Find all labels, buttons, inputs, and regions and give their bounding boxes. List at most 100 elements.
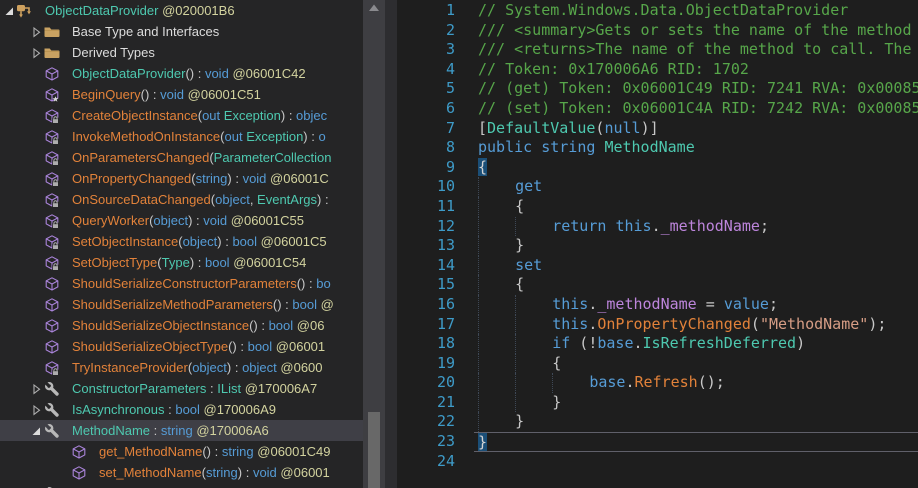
tree-item[interactable]: OnParametersChanged(ParameterCollection — [0, 147, 363, 168]
tree-item[interactable]: get_MethodName() : string @06001C49 — [0, 441, 363, 462]
tree-item-label: ShouldSerializeConstructorParameters() :… — [72, 276, 331, 291]
line-number: 20 — [405, 373, 455, 393]
tree-item[interactable]: TryInstanceProvider(object) : object @06… — [0, 357, 363, 378]
tree-scrollbar[interactable] — [363, 0, 385, 488]
code-line-text: this.OnPropertyChanged("MethodName"); — [478, 315, 918, 335]
code-line[interactable]: 10get — [397, 177, 918, 197]
code-line-text: public string MethodName — [478, 138, 918, 158]
code-line[interactable]: 3/// <returns>The name of the method to … — [397, 40, 918, 60]
tree-item[interactable]: OnSourceDataChanged(object, EventArgs) : — [0, 189, 363, 210]
tree-item-label: BeginQuery() : void @06001C51 — [72, 87, 261, 102]
code-line[interactable]: 4// Token: 0x170006A6 RID: 1702 — [397, 60, 918, 80]
code-editor[interactable]: 1// System.Windows.Data.ObjectDataProvid… — [397, 0, 918, 488]
class-icon — [16, 3, 34, 19]
code-line-text: [DefaultValue(null)] — [478, 119, 918, 139]
line-number: 18 — [405, 334, 455, 354]
code-line[interactable]: 19{ — [397, 354, 918, 374]
tree-item[interactable]: ShouldSerializeConstructorParameters() :… — [0, 273, 363, 294]
code-line[interactable]: 6// (set) Token: 0x06001C4A RID: 7242 RV… — [397, 99, 918, 119]
expander-spacer — [29, 171, 43, 187]
code-line[interactable]: 12return this._methodName; — [397, 217, 918, 237]
indent-guide — [478, 256, 515, 276]
code-line[interactable]: 9{ — [397, 158, 918, 178]
code-line[interactable]: 21} — [397, 393, 918, 413]
code-line[interactable]: 2/// <summary>Gets or sets the name of t… — [397, 21, 918, 41]
code-line[interactable]: 5// (get) Token: 0x06001C49 RID: 7241 RV… — [397, 79, 918, 99]
method-lock-icon — [43, 192, 61, 208]
code-line[interactable]: 1// System.Windows.Data.ObjectDataProvid… — [397, 1, 918, 21]
method-icon — [70, 444, 88, 460]
expander-expanded-icon[interactable] — [2, 3, 16, 19]
tree-item-label: TryInstanceProvider(object) : object @06… — [72, 360, 323, 375]
code-line[interactable]: 24 — [397, 452, 918, 472]
code-line-text: } — [478, 393, 918, 413]
tree-item[interactable]: CreateObjectInstance(out Exception) : ob… — [0, 105, 363, 126]
code-line[interactable]: 18if (!base.IsRefreshDeferred) — [397, 334, 918, 354]
tree-item[interactable]: OnPropertyChanged(string) : void @06001C — [0, 168, 363, 189]
code-line[interactable]: 11{ — [397, 197, 918, 217]
expander-spacer — [56, 444, 70, 460]
tree-item-label: Base Type and Interfaces — [72, 24, 219, 39]
expander-collapsed-icon[interactable] — [29, 45, 43, 61]
tree-item-label: IsAsynchronous : bool @170006A9 — [72, 402, 276, 417]
tree-item-label: ObjectDataProvider() : void @06001C42 — [72, 66, 306, 81]
tree-item[interactable]: IsAsynchronous : bool @170006A9 — [0, 399, 363, 420]
code-line[interactable]: 8 public string MethodName — [397, 138, 918, 158]
tree-item[interactable]: ShouldSerializeMethodParameters() : bool… — [0, 294, 363, 315]
code-line[interactable]: 20base.Refresh(); — [397, 373, 918, 393]
code-line[interactable]: 15{ — [397, 275, 918, 295]
code-line-text: { — [478, 197, 918, 217]
expander-collapsed-icon[interactable] — [29, 402, 43, 418]
tree-item[interactable]: MethodName : string @170006A6 — [0, 420, 363, 441]
tree-item[interactable] — [0, 483, 363, 488]
tree-item[interactable]: SetObjectInstance(object) : bool @06001C… — [0, 231, 363, 252]
code-line[interactable]: 17this.OnPropertyChanged("MethodName"); — [397, 315, 918, 335]
decompiler-window: ObjectDataProvider @020001B6 Base Type an… — [0, 0, 918, 488]
code-line-current[interactable]: 23} — [397, 432, 918, 452]
code-line[interactable]: 16this._methodName = value; — [397, 295, 918, 315]
code-line[interactable]: 7 [DefaultValue(null)] — [397, 119, 918, 139]
tree-item[interactable]: SetObjectType(Type) : bool @06001C54 — [0, 252, 363, 273]
tree-item[interactable]: QueryWorker(object) : void @06001C55 — [0, 210, 363, 231]
code-line[interactable]: 22} — [397, 412, 918, 432]
tree-item-label: OnPropertyChanged(string) : void @06001C — [72, 171, 329, 186]
property-icon — [43, 381, 61, 397]
code-line-text: } — [478, 412, 918, 432]
code-line-text: } — [474, 432, 918, 452]
indent-guide — [515, 373, 552, 393]
expander-spacer — [29, 150, 43, 166]
scrollbar-up-button[interactable] — [363, 0, 385, 18]
tree-scrollbar-thumb[interactable] — [368, 412, 380, 488]
tree-item[interactable]: Derived Types — [0, 42, 363, 63]
line-number: 7 — [405, 119, 455, 139]
tree-item[interactable]: ObjectDataProvider @020001B6 — [0, 0, 363, 21]
line-number: 8 — [405, 138, 455, 158]
indent-guide — [478, 177, 515, 197]
expander-collapsed-icon[interactable] — [29, 24, 43, 40]
tree-item[interactable]: ObjectDataProvider() : void @06001C42 — [0, 63, 363, 84]
code-line[interactable]: 13} — [397, 236, 918, 256]
method-icon — [43, 339, 61, 355]
tree-item[interactable]: ShouldSerializeObjectInstance() : bool @… — [0, 315, 363, 336]
tree-item[interactable]: ShouldSerializeObjectType() : bool @0600… — [0, 336, 363, 357]
indent-guide — [515, 217, 552, 237]
tree-item[interactable]: InvokeMethodOnInstance(out Exception) : … — [0, 126, 363, 147]
code-line[interactable]: 14set — [397, 256, 918, 276]
expander-collapsed-icon[interactable] — [29, 381, 43, 397]
tree-item[interactable]: ConstructorParameters : IList @170006A7 — [0, 378, 363, 399]
pane-splitter[interactable] — [385, 0, 397, 488]
tree-item[interactable]: BeginQuery() : void @06001C51 — [0, 84, 363, 105]
expander-expanded-icon[interactable] — [29, 423, 43, 439]
tree-item[interactable]: Base Type and Interfaces — [0, 21, 363, 42]
line-number: 13 — [405, 236, 455, 256]
line-number: 12 — [405, 217, 455, 237]
expander-spacer — [56, 465, 70, 481]
indent-guide — [515, 393, 552, 413]
indent-guide — [552, 373, 589, 393]
method-icon — [43, 297, 61, 313]
tree-item-label: ShouldSerializeMethodParameters() : bool… — [72, 297, 334, 312]
method-star-icon — [43, 87, 61, 103]
method-lock-icon — [43, 171, 61, 187]
tree-item[interactable]: set_MethodName(string) : void @06001 — [0, 462, 363, 483]
folder-icon — [43, 45, 61, 61]
